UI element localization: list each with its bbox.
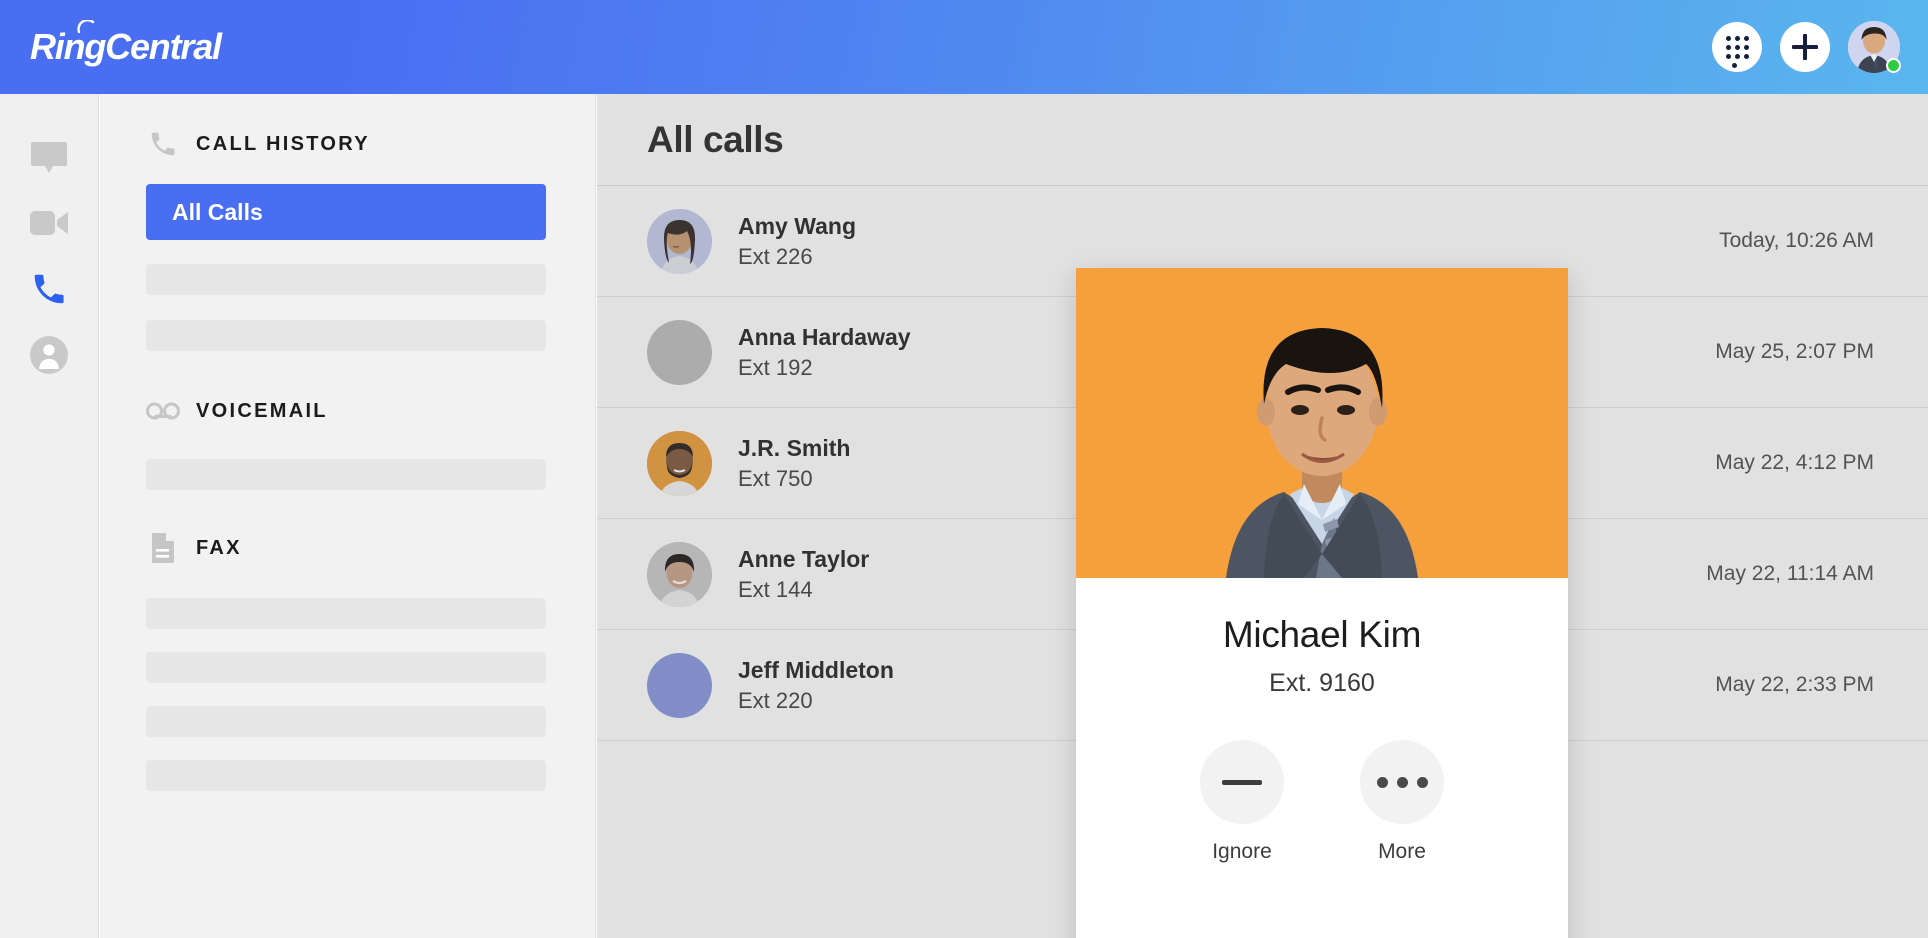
contacts-person-icon	[30, 336, 68, 374]
fax-document-icon	[146, 532, 180, 564]
add-new-button[interactable]	[1780, 22, 1830, 72]
call-nav-sidebar: CALL HISTORY All Calls VOICEMAIL	[100, 94, 596, 938]
ignore-button-label: Ignore	[1212, 840, 1272, 864]
sidebar-placeholder-bar	[146, 652, 546, 683]
phone-icon	[30, 270, 68, 308]
ellipsis-icon	[1360, 740, 1444, 824]
minus-dash-icon	[1200, 740, 1284, 824]
call-action-buttons: Ignore More	[1200, 740, 1444, 864]
caller-name: Michael Kim	[1223, 614, 1421, 656]
logo-signal-arc-icon	[77, 20, 97, 34]
ringcentral-app-window: RingCentral	[0, 0, 1928, 938]
sidebar-item-all-calls[interactable]: All Calls	[146, 184, 546, 240]
nav-section-fax[interactable]: FAX	[100, 520, 595, 576]
dialpad-button[interactable]	[1712, 22, 1762, 72]
header-actions	[1712, 21, 1900, 73]
caller-extension: Ext. 9160	[1269, 669, 1375, 698]
sidebar-placeholder-bar	[146, 320, 546, 351]
rail-item-phone[interactable]	[21, 256, 77, 322]
rail-item-contacts[interactable]	[21, 322, 77, 388]
incoming-call-card: Michael Kim Ext. 9160 Ignore More	[1076, 268, 1568, 938]
sidebar-placeholder-bar	[146, 598, 546, 629]
dialpad-icon	[1726, 36, 1749, 59]
nav-section-title: FAX	[196, 537, 242, 560]
user-avatar-button[interactable]	[1848, 21, 1900, 73]
message-bubble-icon	[29, 137, 69, 177]
sidebar-placeholder-bar	[146, 264, 546, 295]
nav-section-title: VOICEMAIL	[196, 400, 328, 423]
sidebar-placeholder-bar	[146, 760, 546, 791]
rail-item-message[interactable]	[21, 124, 77, 190]
presence-indicator-online	[1886, 58, 1901, 73]
logo-text: RingCentral	[30, 29, 221, 65]
more-button-label: More	[1378, 840, 1426, 864]
caller-details: Michael Kim Ext. 9160 Ignore More	[1076, 578, 1568, 864]
sidebar-placeholder-bar	[146, 459, 546, 490]
video-camera-icon	[28, 206, 70, 240]
phone-icon	[146, 129, 180, 159]
caller-photo	[1076, 268, 1568, 578]
voicemail-tape-icon	[146, 401, 180, 421]
app-icon-rail	[0, 94, 99, 938]
app-header: RingCentral	[0, 0, 1928, 94]
ignore-call-button[interactable]: Ignore	[1200, 740, 1284, 864]
plus-icon	[1792, 34, 1818, 60]
sidebar-placeholder-bar	[146, 706, 546, 737]
nav-section-title: CALL HISTORY	[196, 133, 370, 156]
more-options-button[interactable]: More	[1360, 740, 1444, 864]
nav-section-voicemail[interactable]: VOICEMAIL	[100, 383, 595, 439]
ringcentral-logo[interactable]: RingCentral	[30, 29, 221, 65]
sidebar-item-label: All Calls	[172, 199, 263, 226]
nav-section-call-history[interactable]: CALL HISTORY	[100, 116, 595, 172]
rail-item-video[interactable]	[21, 190, 77, 256]
